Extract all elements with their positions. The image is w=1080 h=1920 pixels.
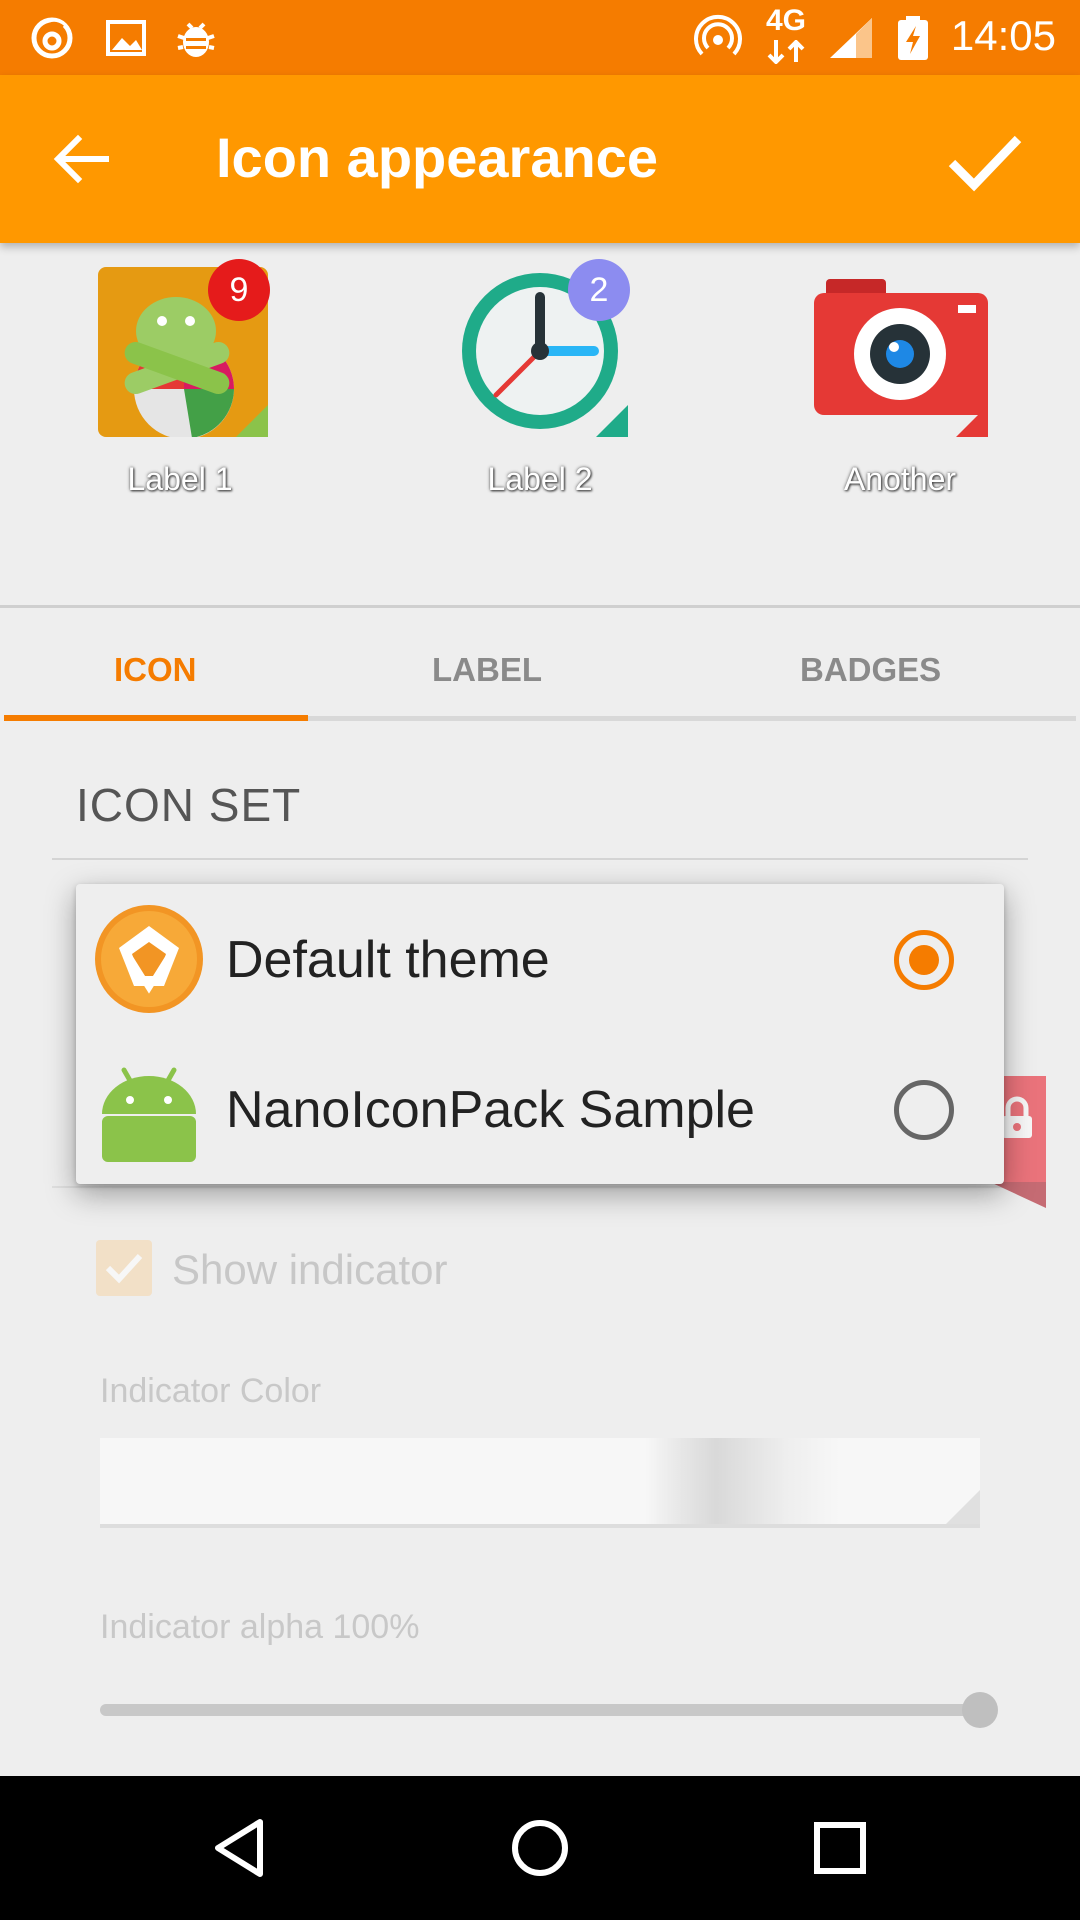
bug-notification-icon xyxy=(177,22,215,57)
back-arrow-icon[interactable] xyxy=(50,127,114,191)
clock-app-icon: 2 xyxy=(452,259,630,437)
preview-item-1: 9 Label 1 xyxy=(80,259,280,498)
preview-item-3: Another xyxy=(800,261,1000,498)
status-bar: 4G 14:05 xyxy=(0,0,1080,75)
indicator-corner xyxy=(956,405,988,437)
radio-unselected[interactable] xyxy=(894,1080,954,1140)
android-icon xyxy=(102,1067,196,1162)
radio-selected[interactable] xyxy=(894,930,954,990)
clock: 14:05 xyxy=(950,12,1056,59)
icon-preview-area: 9 Label 1 2 Label 2 Another xyxy=(0,243,1080,608)
section-title-icon-set: ICON SET xyxy=(76,779,302,831)
android-ball-app-icon: 9 xyxy=(92,259,270,439)
network-type-label: 4G xyxy=(766,4,807,37)
option-nanoiconpack-sample[interactable]: NanoIconPack Sample xyxy=(76,1034,1004,1184)
hotspot-icon xyxy=(694,14,742,56)
recents-nav-icon[interactable] xyxy=(804,1812,876,1884)
page-title: Icon appearance xyxy=(216,126,658,189)
confirm-check-icon[interactable] xyxy=(944,121,1024,201)
tab-selected-indicator xyxy=(4,715,308,721)
preview-item-2: 2 Label 2 xyxy=(440,259,640,498)
option-label: Default theme xyxy=(226,931,550,989)
image-notification-icon xyxy=(106,20,146,56)
back-nav-icon[interactable] xyxy=(204,1812,276,1884)
preview-label-2: Label 2 xyxy=(487,461,593,497)
indicator-corner xyxy=(596,405,628,437)
battery-charging-icon xyxy=(898,16,928,60)
swirl-app-icon xyxy=(31,17,73,59)
data-arrows-icon xyxy=(767,40,805,64)
option-default-theme[interactable]: Default theme xyxy=(76,884,1004,1034)
camera-app-icon xyxy=(812,261,988,437)
tab-bar: ICON LABEL BADGES xyxy=(0,611,1080,721)
signal-icon xyxy=(830,18,872,58)
notification-badge: 2 xyxy=(568,259,630,321)
tab-badges[interactable]: BADGES xyxy=(800,651,941,689)
tab-label[interactable]: LABEL xyxy=(432,651,542,689)
app-toolbar: Icon appearance xyxy=(0,75,1080,243)
indicator-corner xyxy=(236,405,268,437)
navigation-bar xyxy=(0,1776,1080,1920)
default-theme-icon xyxy=(95,905,203,1013)
home-nav-icon[interactable] xyxy=(504,1812,576,1884)
preview-label-3: Another xyxy=(843,461,957,497)
preview-label-1: Label 1 xyxy=(127,461,233,497)
icon-set-popup: Default theme NanoIconPack Sample xyxy=(76,884,1004,1184)
tab-icon[interactable]: ICON xyxy=(114,651,197,689)
notification-badge: 9 xyxy=(208,259,270,321)
option-label: NanoIconPack Sample xyxy=(226,1081,755,1139)
